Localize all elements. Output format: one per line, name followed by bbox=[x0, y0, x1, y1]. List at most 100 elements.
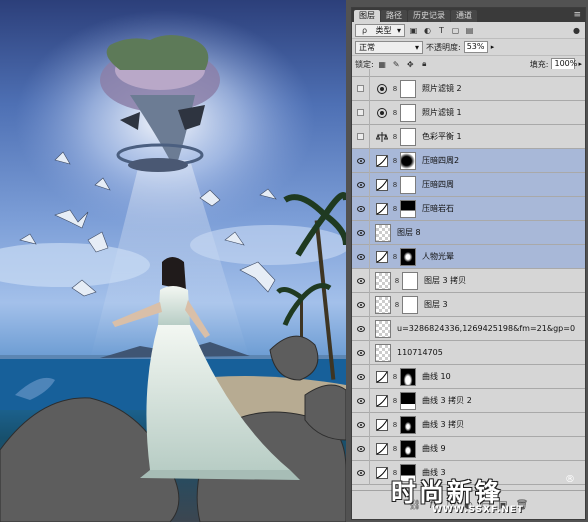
mask-link-icon[interactable]: 8 bbox=[391, 373, 399, 381]
fill-dropdown-icon[interactable]: ▸ bbox=[578, 60, 582, 68]
visibility-eye-icon[interactable] bbox=[352, 412, 370, 437]
tab-channels[interactable]: 通道 bbox=[451, 10, 477, 22]
layer-mask-thumbnail[interactable] bbox=[400, 391, 416, 410]
visibility-off-toggle[interactable] bbox=[352, 124, 370, 149]
visibility-eye-icon[interactable] bbox=[352, 460, 370, 485]
layer-name[interactable]: 压暗四周 bbox=[422, 179, 454, 190]
panel-menu-icon[interactable]: ≡ bbox=[573, 10, 581, 20]
visibility-eye-icon[interactable] bbox=[352, 220, 370, 245]
curves-adjustment-icon[interactable] bbox=[375, 250, 389, 264]
mask-link-icon[interactable]: 8 bbox=[391, 445, 399, 453]
mask-link-icon[interactable]: 8 bbox=[391, 253, 399, 261]
filter-smart-object-icon[interactable]: ▤ bbox=[464, 25, 475, 36]
layer-row[interactable]: 8 图层 3 bbox=[352, 292, 585, 317]
layer-mask-thumbnail[interactable] bbox=[402, 271, 418, 290]
visibility-eye-icon[interactable] bbox=[352, 436, 370, 461]
layer-name[interactable]: 色彩平衡 1 bbox=[422, 131, 462, 142]
photo-filter-icon[interactable] bbox=[375, 106, 389, 120]
layer-row[interactable]: 8 图层 3 拷贝 bbox=[352, 268, 585, 293]
layer-name[interactable]: 照片滤镜 1 bbox=[422, 107, 462, 118]
tab-history[interactable]: 历史记录 bbox=[408, 10, 450, 22]
visibility-eye-icon[interactable] bbox=[352, 316, 370, 341]
layer-name[interactable]: 曲线 3 拷贝 bbox=[422, 419, 464, 430]
visibility-off-toggle[interactable] bbox=[352, 100, 370, 125]
curves-adjustment-icon[interactable] bbox=[375, 202, 389, 216]
filter-pixel-icon[interactable]: ▣ bbox=[408, 25, 419, 36]
layer-mask-thumbnail[interactable] bbox=[400, 127, 416, 146]
curves-adjustment-icon[interactable] bbox=[375, 370, 389, 384]
curves-adjustment-icon[interactable] bbox=[375, 178, 389, 192]
layer-mask-thumbnail[interactable] bbox=[400, 79, 416, 98]
visibility-eye-icon[interactable] bbox=[352, 388, 370, 413]
photo-filter-icon[interactable] bbox=[375, 82, 389, 96]
layer-thumbnail[interactable] bbox=[375, 271, 391, 290]
opacity-dropdown-icon[interactable]: ▸ bbox=[491, 43, 495, 51]
layer-name[interactable]: 照片滤镜 2 bbox=[422, 83, 462, 94]
layer-name[interactable]: 曲线 3 拷贝 2 bbox=[422, 395, 472, 406]
layer-name[interactable]: 图层 3 拷贝 bbox=[424, 275, 466, 286]
filter-type-icon[interactable]: T bbox=[436, 25, 447, 36]
layer-row[interactable]: u=3286824336,1269425198&fm=21&gp=0 bbox=[352, 316, 585, 341]
layer-mask-thumbnail[interactable] bbox=[400, 439, 416, 458]
blend-mode-select[interactable]: 正常 ▾ bbox=[355, 40, 423, 54]
layer-row[interactable]: 图层 8 bbox=[352, 220, 585, 245]
layer-row[interactable]: 8 曲线 10 bbox=[352, 364, 585, 389]
mask-link-icon[interactable]: 8 bbox=[391, 181, 399, 189]
layer-name[interactable]: 曲线 10 bbox=[422, 371, 451, 382]
layer-thumbnail[interactable] bbox=[375, 223, 391, 242]
mask-link-icon[interactable]: 8 bbox=[391, 85, 399, 93]
layer-row[interactable]: 8 压暗四周2 bbox=[352, 148, 585, 173]
layer-thumbnail[interactable] bbox=[375, 319, 391, 338]
visibility-eye-icon[interactable] bbox=[352, 364, 370, 389]
layer-name[interactable]: 压暗四周2 bbox=[422, 155, 459, 166]
filter-adjustment-icon[interactable]: ◐ bbox=[422, 25, 433, 36]
layer-name[interactable]: 图层 3 bbox=[424, 299, 448, 310]
visibility-eye-icon[interactable] bbox=[352, 172, 370, 197]
layer-mask-thumbnail[interactable] bbox=[400, 175, 416, 194]
document-canvas[interactable] bbox=[0, 0, 346, 522]
opacity-field[interactable]: 53% bbox=[463, 41, 488, 53]
layer-row[interactable]: 8 照片滤镜 2 bbox=[352, 76, 585, 101]
layer-mask-thumbnail[interactable] bbox=[402, 295, 418, 314]
tab-layers[interactable]: 图层 bbox=[354, 10, 380, 22]
layer-mask-thumbnail[interactable] bbox=[400, 151, 416, 170]
layer-mask-thumbnail[interactable] bbox=[400, 367, 416, 386]
mask-link-icon[interactable]: 8 bbox=[391, 133, 399, 141]
filter-shape-icon[interactable]: ▢ bbox=[450, 25, 461, 36]
layer-name[interactable]: 110714705 bbox=[397, 348, 443, 357]
layer-name[interactable]: 压暗岩石 bbox=[422, 203, 454, 214]
lock-position-icon[interactable]: ✥ bbox=[405, 59, 416, 70]
layer-thumbnail[interactable] bbox=[375, 343, 391, 362]
layer-name[interactable]: u=3286824336,1269425198&fm=21&gp=0 bbox=[397, 324, 575, 333]
mask-link-icon[interactable]: 8 bbox=[391, 205, 399, 213]
layer-list[interactable]: 8 照片滤镜 2 8 照片滤镜 1 8 色彩平衡 1 8 压暗四周2 8 压暗四周 8 压暗岩石 图层 … bbox=[352, 69, 585, 491]
color-balance-icon[interactable] bbox=[375, 130, 389, 144]
curves-adjustment-icon[interactable] bbox=[375, 418, 389, 432]
layer-row[interactable]: 8 曲线 9 bbox=[352, 436, 585, 461]
layer-name[interactable]: 曲线 9 bbox=[422, 443, 446, 454]
layer-row[interactable]: 110714705 bbox=[352, 340, 585, 365]
visibility-eye-icon[interactable] bbox=[352, 244, 370, 269]
visibility-eye-icon[interactable] bbox=[352, 268, 370, 293]
layer-name[interactable]: 人物光晕 bbox=[422, 251, 454, 262]
visibility-eye-icon[interactable] bbox=[352, 340, 370, 365]
mask-link-icon[interactable]: 8 bbox=[393, 277, 401, 285]
layer-mask-thumbnail[interactable] bbox=[400, 247, 416, 266]
lock-image-icon[interactable]: ✎ bbox=[391, 59, 402, 70]
mask-link-icon[interactable]: 8 bbox=[391, 109, 399, 117]
layer-thumbnail[interactable] bbox=[375, 295, 391, 314]
layer-row[interactable]: 8 色彩平衡 1 bbox=[352, 124, 585, 149]
filter-toggle-icon[interactable]: ● bbox=[571, 25, 582, 36]
visibility-off-toggle[interactable] bbox=[352, 76, 370, 101]
curves-adjustment-icon[interactable] bbox=[375, 154, 389, 168]
curves-adjustment-icon[interactable] bbox=[375, 442, 389, 456]
layer-row[interactable]: 8 人物光晕 bbox=[352, 244, 585, 269]
layer-row[interactable]: 8 压暗岩石 bbox=[352, 196, 585, 221]
layer-mask-thumbnail[interactable] bbox=[400, 415, 416, 434]
mask-link-icon[interactable]: 8 bbox=[391, 397, 399, 405]
layer-row[interactable]: 8 曲线 3 拷贝 bbox=[352, 412, 585, 437]
filter-kind-select[interactable]: ρ 类型 ▾ bbox=[355, 23, 405, 37]
layer-row[interactable]: 8 压暗四周 bbox=[352, 172, 585, 197]
layer-row[interactable]: 8 曲线 3 拷贝 2 bbox=[352, 388, 585, 413]
tab-paths[interactable]: 路径 bbox=[381, 10, 407, 22]
